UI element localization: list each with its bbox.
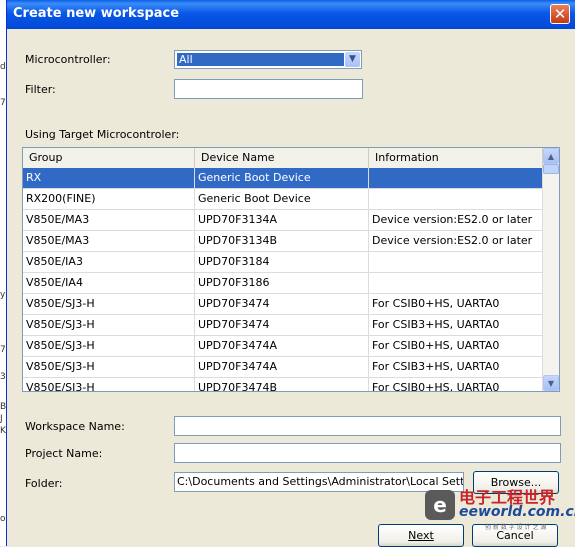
column-header-group[interactable]: Group <box>23 148 195 168</box>
cell-group: V850E/IA3 <box>23 252 195 272</box>
table-row[interactable]: V850E/SJ3-H UPD70F3474 For CSIB0+HS, UARTA… <box>23 294 543 315</box>
project-name-label: Project Name: <box>25 447 103 460</box>
filter-label: Filter: <box>25 83 56 96</box>
eeworld-watermark: e 电子工程世界 eeworld.com.cn 创 新 数 字 设 计 之 源 <box>425 484 575 532</box>
dialog-title: Create new workspace <box>13 6 180 21</box>
cell-group: RX200(FINE) <box>23 189 195 209</box>
background-text: y <box>0 290 6 300</box>
background-text: 7 <box>0 345 6 355</box>
cell-device-name: Generic Boot Device <box>195 168 369 188</box>
scrollbar-thumb[interactable] <box>543 164 559 174</box>
cell-information: For CSIB0+HS, UARTA0 <box>369 336 543 356</box>
microcontroller-label: Microcontroller: <box>25 53 111 66</box>
cell-device-name: UPD70F3184 <box>195 252 369 272</box>
table-row[interactable]: V850E/IA3 UPD70F3184 <box>23 252 543 273</box>
cell-information: For CSIB3+HS, UARTA0 <box>369 357 543 377</box>
watermark-sub: 创 新 数 字 设 计 之 源 <box>485 524 547 531</box>
cell-information: Device version:ES2.0 or later <box>369 231 543 251</box>
column-header-device-name[interactable]: Device Name <box>195 148 369 168</box>
cell-device-name: UPD70F3474B <box>195 378 369 391</box>
cell-device-name: UPD70F3134A <box>195 210 369 230</box>
cell-group: V850E/IA4 <box>23 273 195 293</box>
table-row[interactable]: V850E/SJ3-H UPD70F3474A For CSIB0+HS, UART… <box>23 336 543 357</box>
cell-device-name: UPD70F3474 <box>195 315 369 335</box>
table-row[interactable]: RX200(FINE) Generic Boot Device <box>23 189 543 210</box>
cell-group: V850E/MA3 <box>23 210 195 230</box>
cell-device-name: UPD70F3134B <box>195 231 369 251</box>
cell-information: For CSIB3+HS, UARTA0 <box>369 315 543 335</box>
table-row[interactable]: V850E/MA3 UPD70F3134A Device version:ES2.0… <box>23 210 543 231</box>
background-text: 7 <box>0 98 6 108</box>
watermark-english: eeworld.com.cn <box>459 504 575 520</box>
table-row[interactable]: V850E/MA3 UPD70F3134B Device version:ES2.0… <box>23 231 543 252</box>
table-row[interactable]: RX Generic Boot Device <box>23 168 543 189</box>
cell-information <box>369 189 543 209</box>
workspace-name-label: Workspace Name: <box>25 420 125 433</box>
microcontroller-list[interactable]: Group Device Name Information RX Generic … <box>22 147 560 392</box>
table-row[interactable]: V850E/SJ3-H UPD70F3474A For CSIB3+HS, UART… <box>23 357 543 378</box>
title-bar[interactable]: Create new workspace ✕ <box>7 0 575 29</box>
eeworld-logo-icon: e <box>425 490 455 520</box>
cell-device-name: UPD70F3474A <box>195 336 369 356</box>
vertical-scrollbar[interactable]: ▲ ▼ <box>543 148 559 391</box>
cell-group: V850E/SJ3-H <box>23 294 195 314</box>
cell-device-name: UPD70F3474 <box>195 294 369 314</box>
cell-device-name: Generic Boot Device <box>195 189 369 209</box>
list-header: Group Device Name Information <box>23 148 543 169</box>
background-text: J <box>0 414 3 424</box>
microcontroller-select[interactable]: All ▼ <box>174 50 362 69</box>
cell-information <box>369 273 543 293</box>
cell-information: For CSIB0+HS, UARTA0 <box>369 378 543 391</box>
list-caption: Using Target Microcontroler: <box>25 128 180 141</box>
background-text: 3 <box>0 372 6 382</box>
cell-group: RX <box>23 168 195 188</box>
workspace-name-input[interactable] <box>174 416 561 436</box>
table-row[interactable]: V850E/SJ3-H UPD70F3474 For CSIB3+HS, UARTA… <box>23 315 543 336</box>
cell-group: V850E/SJ3-H <box>23 357 195 377</box>
cell-group: V850E/SJ3-H <box>23 378 195 391</box>
cell-device-name: UPD70F3186 <box>195 273 369 293</box>
column-header-information[interactable]: Information <box>369 148 543 168</box>
cell-device-name: UPD70F3474A <box>195 357 369 377</box>
project-name-input[interactable] <box>174 443 561 463</box>
cell-group: V850E/MA3 <box>23 231 195 251</box>
scroll-up-icon[interactable]: ▲ <box>543 148 559 164</box>
folder-input[interactable]: C:\Documents and Settings\Administrator\… <box>174 472 464 492</box>
close-button[interactable]: ✕ <box>550 4 570 24</box>
create-workspace-dialog: Create new workspace ✕ Microcontroller: … <box>6 0 575 547</box>
table-row[interactable]: V850E/SJ3-H UPD70F3474B For CSIB0+HS, UART… <box>23 378 543 391</box>
list-rows: RX Generic Boot Device RX200(FINE) Generic … <box>23 168 543 391</box>
scroll-down-icon[interactable]: ▼ <box>543 375 559 391</box>
cell-group: V850E/SJ3-H <box>23 336 195 356</box>
close-icon: ✕ <box>553 5 567 23</box>
cell-information: Device version:ES2.0 or later <box>369 210 543 230</box>
cell-information: For CSIB0+HS, UARTA0 <box>369 294 543 314</box>
cell-group: V850E/SJ3-H <box>23 315 195 335</box>
cell-information <box>369 252 543 272</box>
folder-label: Folder: <box>25 477 63 490</box>
filter-input[interactable] <box>174 79 363 99</box>
cell-information <box>369 168 543 188</box>
table-row[interactable]: V850E/IA4 UPD70F3186 <box>23 273 543 294</box>
chevron-down-icon[interactable]: ▼ <box>345 52 360 67</box>
microcontroller-selected-value: All <box>177 53 344 66</box>
